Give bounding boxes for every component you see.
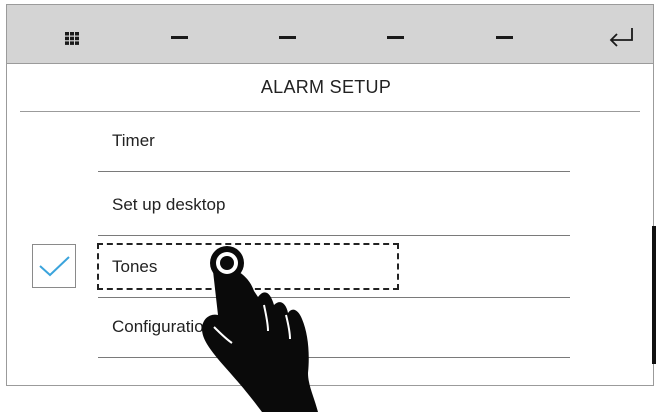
menu-item-label: Timer: [112, 131, 155, 150]
top-toolbar: [6, 4, 654, 64]
menu-item-set-up-desktop[interactable]: Set up desktop: [98, 176, 570, 236]
page-title: ALARM SETUP: [260, 77, 392, 97]
dash-icon[interactable]: [171, 36, 188, 39]
menu-item-label: Set up desktop: [112, 195, 226, 214]
tap-hand-icon: [202, 246, 318, 412]
dash-icon[interactable]: [387, 36, 404, 39]
divider: [98, 171, 570, 172]
dash-icon[interactable]: [279, 36, 296, 39]
menu-item-timer[interactable]: Timer: [98, 112, 570, 172]
grid-icon[interactable]: [65, 32, 79, 45]
scrollbar-thumb[interactable]: [652, 226, 656, 364]
tones-checkbox[interactable]: [32, 244, 76, 288]
checkmark-icon: [39, 256, 70, 277]
dash-icon[interactable]: [496, 36, 513, 39]
return-arrow-icon[interactable]: [607, 25, 637, 49]
